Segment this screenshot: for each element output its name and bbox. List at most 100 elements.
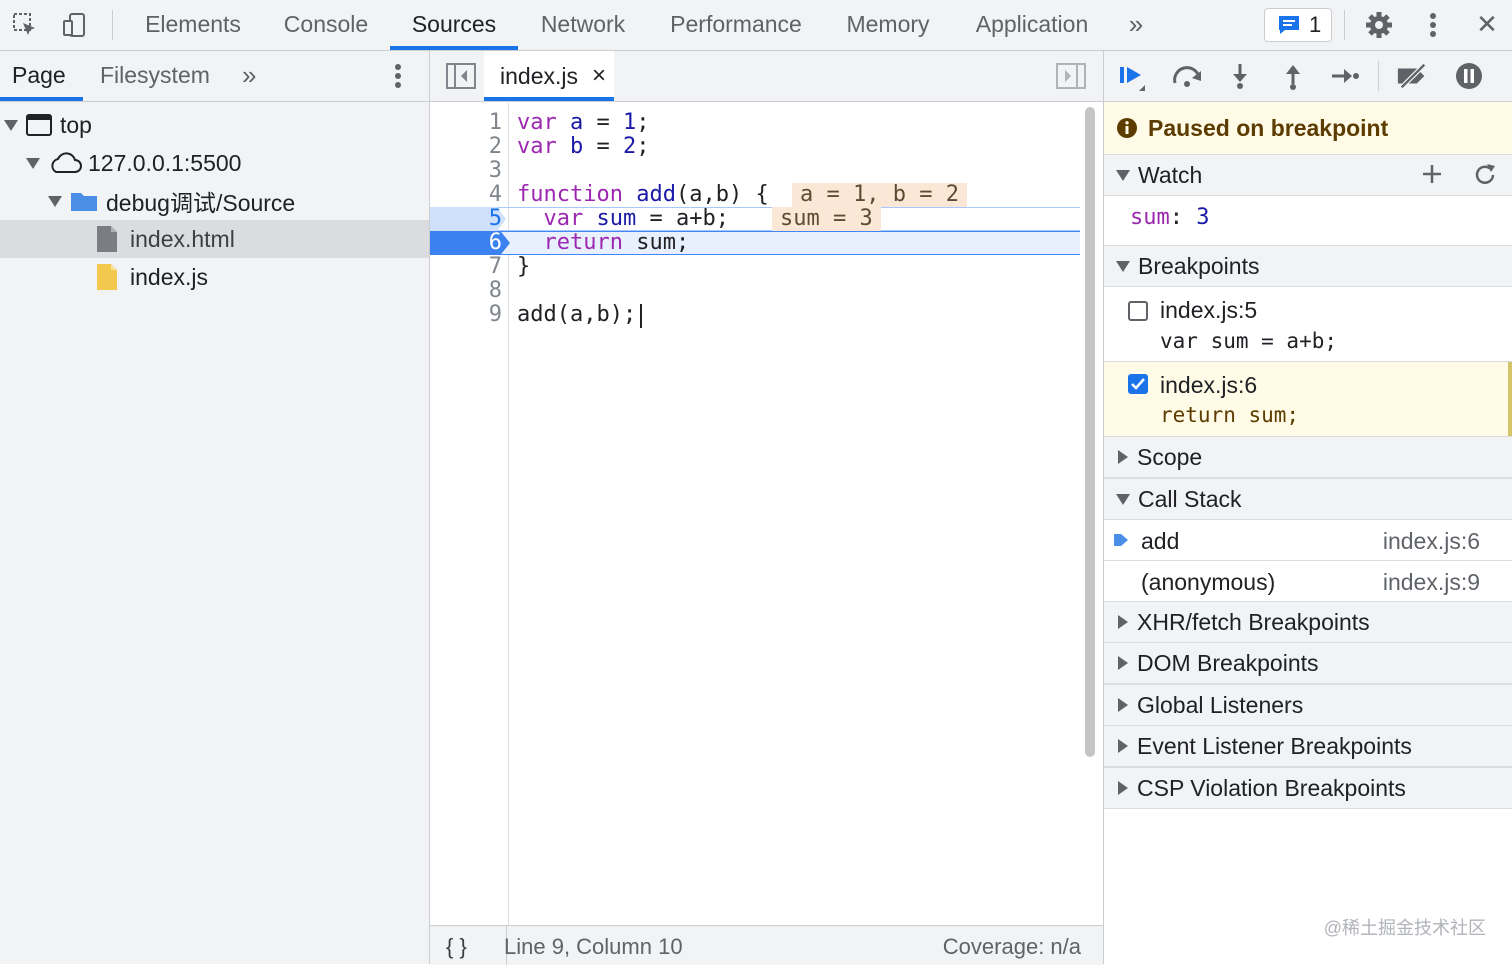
breakpoint-code: return sum; — [1160, 403, 1300, 427]
current-frame-arrow-icon — [1114, 532, 1128, 548]
source-editor: index.js × 1 var a = 1; 2 var b = 2; 3 4… — [430, 51, 1104, 965]
refresh-icon[interactable] — [1472, 162, 1498, 188]
info-icon — [1116, 117, 1138, 139]
pause-on-exceptions-icon[interactable] — [1452, 60, 1486, 92]
tree-item-label: top — [60, 111, 92, 138]
breakpoint-checkbox[interactable] — [1128, 301, 1148, 321]
file-navigator: Page Filesystem » top 127.0.0.1:5500 deb… — [0, 51, 430, 964]
tab-elements[interactable]: Elements — [130, 0, 256, 50]
inline-value: sum = 3 — [772, 207, 881, 231]
code-area[interactable]: 1 var a = 1; 2 var b = 2; 3 4 function a… — [430, 103, 1080, 925]
tree-item-index-html[interactable]: index.html — [0, 220, 429, 258]
line-number: 5 — [488, 206, 502, 231]
tree-item-host[interactable]: 127.0.0.1:5500 — [0, 144, 429, 182]
expand-arrow-icon — [26, 157, 40, 169]
section-title: DOM Breakpoints — [1137, 649, 1319, 676]
line-text: return sum; — [543, 230, 690, 255]
breakpoint-location: index.js:6 — [1160, 372, 1258, 398]
watch-expression[interactable]: sum: 3 — [1130, 205, 1210, 230]
pretty-print-button[interactable]: { } — [446, 934, 467, 960]
close-tab-icon[interactable]: × — [592, 62, 606, 90]
code-line: 1 var a = 1; — [430, 111, 1080, 135]
step-over-icon[interactable] — [1170, 60, 1204, 92]
breakpoint-item[interactable]: index.js:5 var sum = a+b; — [1104, 287, 1512, 362]
tree-item-top[interactable]: top — [0, 106, 429, 144]
cloud-icon — [48, 152, 82, 174]
tab-application[interactable]: Application — [962, 0, 1102, 50]
code-line: 5 var sum = a+b; sum = 3 — [430, 207, 1080, 231]
code-line: 9 add(a,b); — [430, 303, 1080, 328]
navigator-active-tab-indicator — [0, 97, 83, 101]
html-file-icon — [96, 225, 118, 253]
tab-page[interactable]: Page — [12, 51, 66, 99]
tab-performance[interactable]: Performance — [658, 0, 814, 50]
csp-violation-breakpoints-section-header[interactable]: CSP Violation Breakpoints — [1104, 767, 1512, 809]
frame-name: (anonymous) — [1141, 569, 1276, 595]
more-options-icon[interactable] — [1418, 10, 1448, 40]
watch-section-header[interactable]: Watch — [1104, 154, 1512, 196]
call-frame-active[interactable]: add index.js:6 — [1104, 520, 1512, 561]
editor-tab-index-js[interactable]: index.js × — [484, 51, 614, 101]
tab-filesystem[interactable]: Filesystem — [100, 51, 210, 99]
editor-scrollbar[interactable] — [1085, 107, 1095, 757]
toggle-navigator-icon[interactable] — [446, 63, 476, 94]
step-icon[interactable] — [1328, 60, 1362, 92]
collapse-arrow-icon — [1116, 260, 1130, 272]
line-number: 3 — [488, 158, 502, 183]
tab-console[interactable]: Console — [268, 0, 384, 50]
line-text: var sum = a+b; — [543, 206, 729, 231]
code-line: 7 } — [430, 255, 1080, 279]
navigator-menu-icon[interactable] — [394, 63, 402, 94]
breakpoint-checkbox[interactable] — [1128, 374, 1148, 394]
tab-network[interactable]: Network — [526, 0, 640, 50]
inline-value: a = 1, b = 2 — [792, 183, 967, 207]
devtools-toolbar: Elements Console Sources Network Perform… — [0, 0, 1512, 51]
navigator-more-button[interactable]: » — [242, 51, 256, 99]
global-listeners-section-header[interactable]: Global Listeners — [1104, 684, 1512, 726]
resume-button[interactable] — [1116, 60, 1150, 92]
line-number: 4 — [488, 182, 502, 207]
navigator-tabs: Page Filesystem » — [0, 51, 429, 102]
expand-arrow-icon — [1118, 450, 1128, 464]
debugger-sidebar: Paused on breakpoint Watch sum: 3 Breakp… — [1104, 51, 1512, 964]
scope-section-header[interactable]: Scope — [1104, 436, 1512, 478]
deactivate-breakpoints-icon[interactable] — [1396, 60, 1430, 92]
code-line: 3 — [430, 159, 1080, 183]
frame-location: index.js:9 — [1382, 569, 1480, 595]
step-out-icon[interactable] — [1276, 60, 1310, 92]
add-watch-icon[interactable] — [1420, 162, 1444, 186]
step-into-icon[interactable] — [1223, 60, 1257, 92]
expand-arrow-icon — [1118, 781, 1128, 795]
close-devtools-button[interactable]: ✕ — [1472, 0, 1502, 50]
toggle-debugger-icon[interactable] — [1056, 63, 1086, 94]
tree-item-label: debug调试/Source — [106, 190, 296, 216]
tree-item-label: index.html — [130, 225, 235, 252]
tab-memory[interactable]: Memory — [832, 0, 944, 50]
tree-item-label: index.js — [130, 263, 208, 290]
event-listener-breakpoints-section-header[interactable]: Event Listener Breakpoints — [1104, 725, 1512, 767]
tree-item-label: 127.0.0.1:5500 — [88, 149, 242, 176]
debugger-toolbar — [1104, 51, 1512, 102]
breakpoint-item-active[interactable]: index.js:6 return sum; — [1104, 362, 1512, 437]
xhr-breakpoints-section-header[interactable]: XHR/fetch Breakpoints — [1104, 601, 1512, 643]
section-title: Breakpoints — [1138, 252, 1260, 279]
code-line: 2 var b = 2; — [430, 135, 1080, 159]
call-frame[interactable]: (anonymous) index.js:9 — [1104, 561, 1512, 601]
more-tabs-button[interactable]: » — [1118, 0, 1154, 50]
inspect-element-icon[interactable] — [10, 10, 40, 40]
editor-tabbar: index.js × — [430, 51, 1103, 102]
tab-sources[interactable]: Sources — [390, 0, 518, 50]
frame-icon — [26, 114, 52, 136]
device-toolbar-icon[interactable] — [60, 10, 90, 40]
line-number: 6 — [488, 230, 502, 255]
issues-badge[interactable]: 1 — [1264, 8, 1332, 42]
expand-arrow-icon — [1118, 656, 1128, 670]
expand-arrow-icon — [1118, 739, 1128, 753]
breakpoints-section-header[interactable]: Breakpoints — [1104, 245, 1512, 287]
call-stack-section-header[interactable]: Call Stack — [1104, 478, 1512, 520]
dom-breakpoints-section-header[interactable]: DOM Breakpoints — [1104, 642, 1512, 684]
tree-item-index-js[interactable]: index.js — [0, 258, 429, 296]
settings-gear-icon[interactable] — [1364, 10, 1394, 40]
line-text: } — [517, 254, 531, 279]
tree-item-folder[interactable]: debug调试/Source — [0, 182, 429, 220]
